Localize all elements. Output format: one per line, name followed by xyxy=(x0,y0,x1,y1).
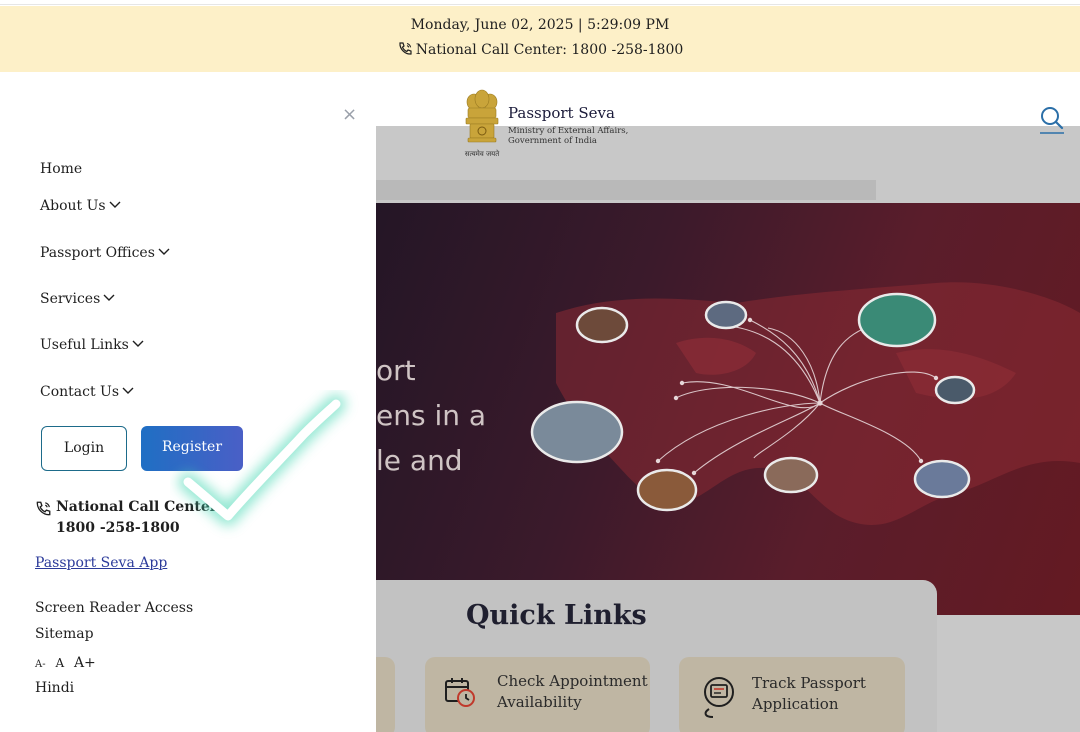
brand-subtitle-line2: Government of India xyxy=(508,136,597,146)
topbar-call-text: National Call Center: 1800 -258-1800 xyxy=(415,42,684,58)
hero-heading-line2: ens in a xyxy=(376,399,487,432)
call-center-number[interactable]: 1800 -258-1800 xyxy=(56,520,180,536)
brand-title: Passport Seva xyxy=(508,104,615,122)
hero-heading-line3: le and xyxy=(376,444,463,477)
card-label-line1: Track Passport xyxy=(752,674,866,692)
top-border xyxy=(0,0,1080,5)
quick-link-check-appointment[interactable]: Check Appointment Availability xyxy=(425,657,650,732)
screen-reader-access-link[interactable]: Screen Reader Access xyxy=(35,600,193,616)
topbar-call-center: National Call Center: 1800 -258-1800 xyxy=(0,41,1080,58)
nav-label: Useful Links xyxy=(40,337,129,353)
chevron-down-icon xyxy=(109,201,121,208)
check-appointment-label: Check Appointment Availability xyxy=(497,671,648,713)
font-increase-button[interactable]: A+ xyxy=(74,655,96,671)
card-label-line1: Check Appointment xyxy=(497,672,648,690)
nav-item-services[interactable]: Services xyxy=(40,291,115,307)
brand-subtitle-line1: Ministry of External Affairs, xyxy=(508,126,629,136)
hindi-language-link[interactable]: Hindi xyxy=(35,680,74,696)
quick-link-track-passport[interactable]: Track Passport Application xyxy=(679,657,905,732)
nav-label: Contact Us xyxy=(40,384,120,400)
search-icon xyxy=(1040,107,1064,134)
register-button[interactable]: Register xyxy=(141,426,243,471)
font-size-controls: A- A A+ xyxy=(35,655,102,671)
login-button[interactable]: Login xyxy=(41,426,127,471)
current-datetime: Monday, June 02, 2025 | 5:29:09 PM xyxy=(410,17,670,33)
search-button[interactable] xyxy=(1038,104,1066,136)
nav-item-contact-us[interactable]: Contact Us xyxy=(40,384,134,400)
call-center-label: National Call Center xyxy=(56,499,218,515)
brand-subtitle: Ministry of External Affairs, Government… xyxy=(508,126,628,146)
quick-links-title: Quick Links xyxy=(466,600,647,631)
passport-seva-app-link[interactable]: Passport Seva App xyxy=(35,555,167,571)
phone-icon xyxy=(399,42,412,55)
chevron-down-icon xyxy=(158,248,170,255)
track-passport-label: Track Passport Application xyxy=(752,673,866,715)
chevron-down-icon xyxy=(122,387,134,394)
track-location-icon xyxy=(704,677,734,718)
nav-label: Home xyxy=(40,161,83,177)
chevron-down-icon xyxy=(132,340,144,347)
nav-label: Services xyxy=(40,291,101,307)
nav-item-home[interactable]: Home xyxy=(40,161,82,177)
national-emblem-logo: सत्यमेव जयते xyxy=(465,89,500,158)
calendar-clock-icon xyxy=(445,678,475,707)
sitemap-link[interactable]: Sitemap xyxy=(35,626,94,642)
chevron-down-icon xyxy=(103,294,115,301)
breadcrumb-strip xyxy=(376,180,876,200)
card-label-line2: Availability xyxy=(497,693,582,711)
emblem-caption: सत्यमेव जयते xyxy=(465,149,500,158)
hero-heading-line1: ort xyxy=(376,354,416,387)
nav-label: About Us xyxy=(40,198,106,214)
nav-item-about-us[interactable]: About Us xyxy=(40,198,121,214)
nav-item-useful-links[interactable]: Useful Links xyxy=(40,337,144,353)
card-label-line2: Application xyxy=(752,695,839,713)
info-bar: Monday, June 02, 2025 | 5:29:09 PM Natio… xyxy=(0,6,1080,72)
nav-item-passport-offices[interactable]: Passport Offices xyxy=(40,245,170,261)
font-decrease-button[interactable]: A- xyxy=(35,659,46,670)
hero-banner: ort ens in a le and xyxy=(376,203,1080,615)
font-normal-button[interactable]: A xyxy=(55,656,64,670)
nav-label: Passport Offices xyxy=(40,245,155,261)
phone-icon xyxy=(36,501,51,516)
close-drawer-button[interactable]: × xyxy=(342,104,357,125)
